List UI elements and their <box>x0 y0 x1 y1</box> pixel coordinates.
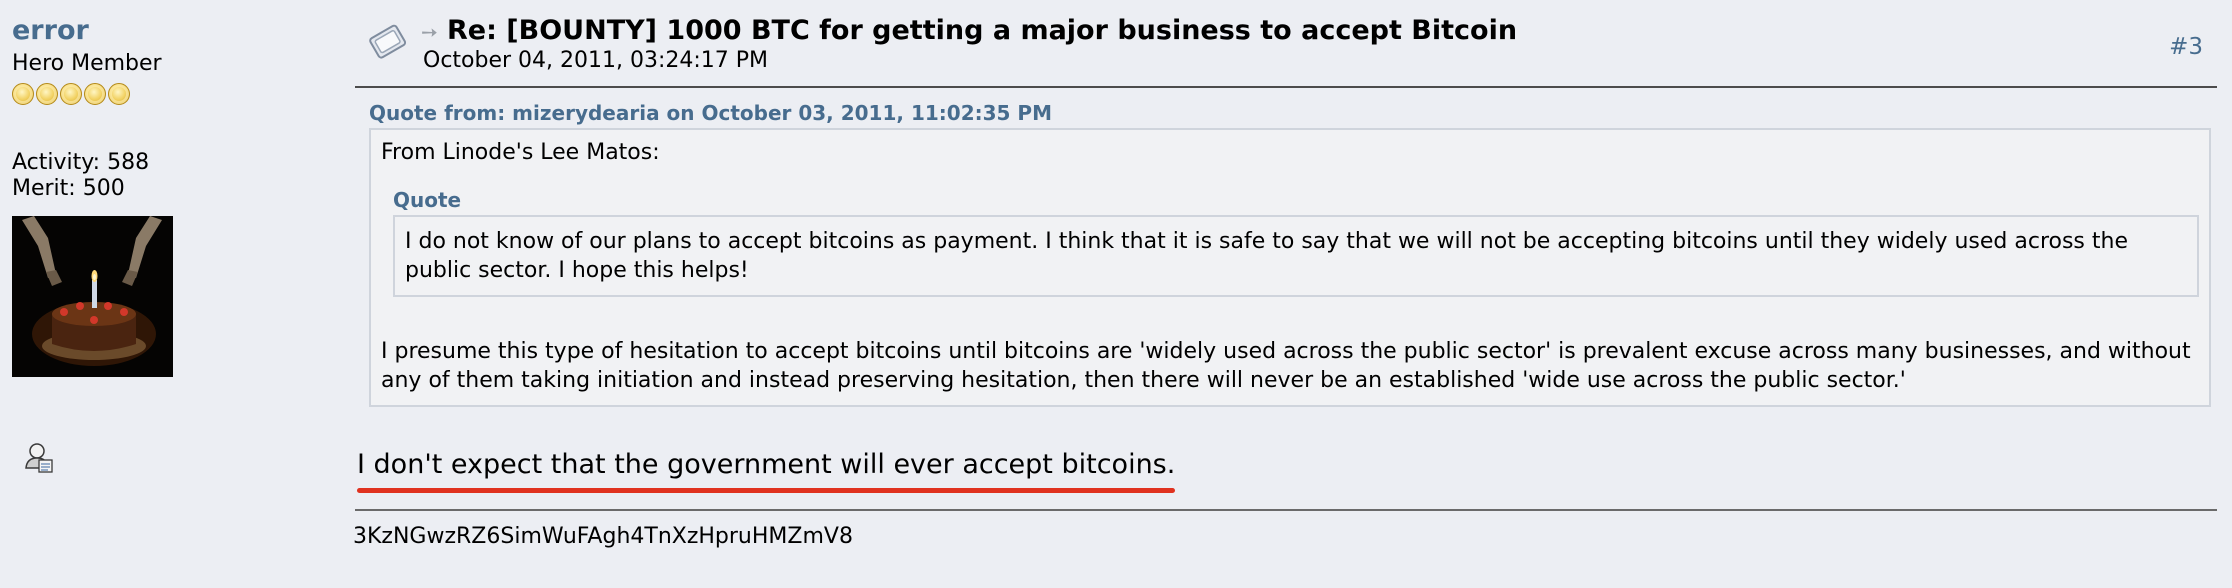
poster-rank: Hero Member <box>12 51 162 76</box>
star-icon <box>60 83 82 105</box>
inner-quote-text: I do not know of our plans to accept bit… <box>405 229 2128 283</box>
post-content: ➙ Re: [BOUNTY] 1000 BTC for getting a ma… <box>353 0 2217 551</box>
post-body: I don't expect that the government will … <box>357 449 1176 493</box>
user-profile-icon[interactable] <box>24 442 54 474</box>
forum-post: error Hero Member Activity: 588 Merit: 5… <box>0 0 2232 588</box>
post-header: ➙ Re: [BOUNTY] 1000 BTC for getting a ma… <box>355 0 2217 88</box>
post-date: October 04, 2011, 03:24:17 PM <box>423 48 769 73</box>
star-icon <box>12 83 34 105</box>
reply-arrow-icon: ➙ <box>421 20 438 44</box>
post-number-link[interactable]: #3 <box>2169 34 2203 60</box>
rank-stars <box>12 82 342 106</box>
merit-count: Merit: 500 <box>12 176 125 201</box>
quote-tail-text: I presume this type of hesitation to acc… <box>381 339 2191 393</box>
cake-avatar-icon <box>12 216 173 377</box>
quote-intro: From Linode's Lee Matos: <box>381 140 660 165</box>
star-icon <box>84 83 106 105</box>
signature: 3KzNGwzRZ6SimWuFAgh4TnXzHpruHMZmV8 <box>353 524 853 549</box>
highlight-underline <box>357 488 1176 493</box>
inner-quote-header: Quote <box>393 188 462 212</box>
post-title[interactable]: Re: [BOUNTY] 1000 BTC for getting a majo… <box>447 14 1517 48</box>
signature-divider <box>355 509 2217 511</box>
star-icon <box>108 83 130 105</box>
inner-quote-block: I do not know of our plans to accept bit… <box>393 215 2199 297</box>
quote-header-link[interactable]: Quote from: mizerydearia on October 03, … <box>369 100 2217 126</box>
poster-info: error Hero Member Activity: 588 Merit: 5… <box>12 14 342 377</box>
quote-block: From Linode's Lee Matos: Quote I do not … <box>369 128 2211 407</box>
post-body-text: I don't expect that the government will … <box>357 449 1176 480</box>
activity-count: Activity: 588 <box>12 150 150 175</box>
poster-stats: Activity: 588 Merit: 500 <box>12 150 342 202</box>
topic-icon <box>367 22 411 62</box>
avatar <box>12 216 173 377</box>
star-icon <box>36 83 58 105</box>
poster-name[interactable]: error <box>12 14 342 48</box>
